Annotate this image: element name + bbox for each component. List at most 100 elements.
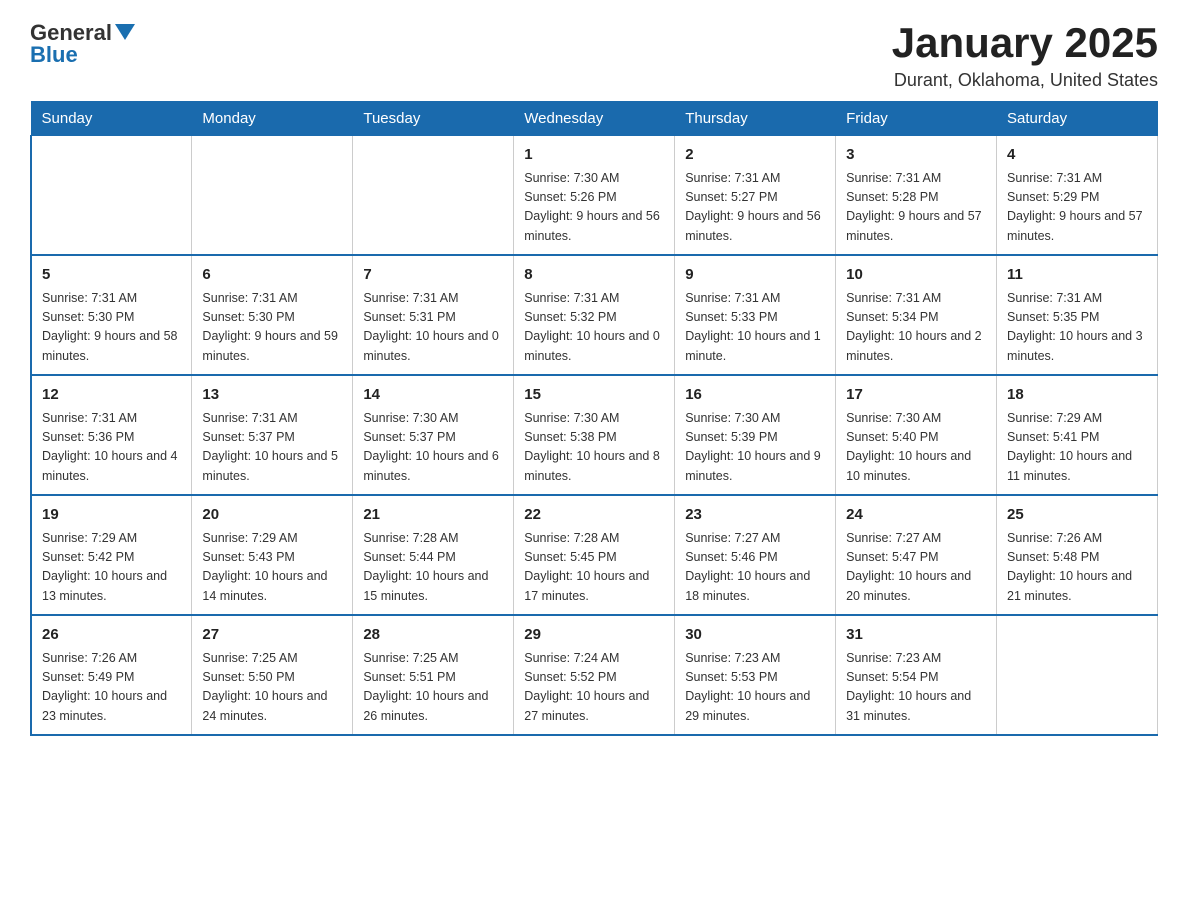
day-info: Sunrise: 7:31 AMSunset: 5:30 PMDaylight:…: [42, 289, 181, 367]
day-number: 27: [202, 624, 342, 647]
calendar-title: January 2025: [892, 20, 1158, 66]
day-info: Sunrise: 7:31 AMSunset: 5:29 PMDaylight:…: [1007, 169, 1147, 247]
day-number: 2: [685, 144, 825, 167]
weekday-header-sunday: Sunday: [31, 102, 192, 136]
day-info: Sunrise: 7:30 AMSunset: 5:26 PMDaylight:…: [524, 169, 664, 247]
calendar-cell: [997, 615, 1158, 735]
day-number: 30: [685, 624, 825, 647]
calendar-cell: [192, 136, 353, 256]
calendar-cell: 28Sunrise: 7:25 AMSunset: 5:51 PMDayligh…: [353, 615, 514, 735]
calendar-cell: 12Sunrise: 7:31 AMSunset: 5:36 PMDayligh…: [31, 375, 192, 495]
calendar-cell: 19Sunrise: 7:29 AMSunset: 5:42 PMDayligh…: [31, 495, 192, 615]
day-info: Sunrise: 7:31 AMSunset: 5:33 PMDaylight:…: [685, 289, 825, 367]
day-info: Sunrise: 7:26 AMSunset: 5:48 PMDaylight:…: [1007, 529, 1147, 607]
day-info: Sunrise: 7:25 AMSunset: 5:51 PMDaylight:…: [363, 649, 503, 727]
day-number: 8: [524, 264, 664, 287]
calendar-cell: 8Sunrise: 7:31 AMSunset: 5:32 PMDaylight…: [514, 255, 675, 375]
day-info: Sunrise: 7:30 AMSunset: 5:37 PMDaylight:…: [363, 409, 503, 487]
day-number: 22: [524, 504, 664, 527]
day-info: Sunrise: 7:29 AMSunset: 5:43 PMDaylight:…: [202, 529, 342, 607]
day-number: 9: [685, 264, 825, 287]
day-number: 29: [524, 624, 664, 647]
calendar-cell: 2Sunrise: 7:31 AMSunset: 5:27 PMDaylight…: [675, 136, 836, 256]
day-info: Sunrise: 7:25 AMSunset: 5:50 PMDaylight:…: [202, 649, 342, 727]
day-info: Sunrise: 7:27 AMSunset: 5:46 PMDaylight:…: [685, 529, 825, 607]
calendar-cell: 4Sunrise: 7:31 AMSunset: 5:29 PMDaylight…: [997, 136, 1158, 256]
calendar-cell: 22Sunrise: 7:28 AMSunset: 5:45 PMDayligh…: [514, 495, 675, 615]
day-number: 20: [202, 504, 342, 527]
day-info: Sunrise: 7:23 AMSunset: 5:53 PMDaylight:…: [685, 649, 825, 727]
day-number: 26: [42, 624, 181, 647]
calendar-cell: 24Sunrise: 7:27 AMSunset: 5:47 PMDayligh…: [836, 495, 997, 615]
weekday-header-friday: Friday: [836, 102, 997, 136]
day-number: 24: [846, 504, 986, 527]
calendar-cell: 20Sunrise: 7:29 AMSunset: 5:43 PMDayligh…: [192, 495, 353, 615]
day-number: 16: [685, 384, 825, 407]
day-info: Sunrise: 7:31 AMSunset: 5:30 PMDaylight:…: [202, 289, 342, 367]
week-row-2: 5Sunrise: 7:31 AMSunset: 5:30 PMDaylight…: [31, 255, 1158, 375]
day-number: 4: [1007, 144, 1147, 167]
day-number: 13: [202, 384, 342, 407]
day-info: Sunrise: 7:30 AMSunset: 5:40 PMDaylight:…: [846, 409, 986, 487]
day-number: 14: [363, 384, 503, 407]
day-info: Sunrise: 7:31 AMSunset: 5:37 PMDaylight:…: [202, 409, 342, 487]
day-info: Sunrise: 7:23 AMSunset: 5:54 PMDaylight:…: [846, 649, 986, 727]
day-info: Sunrise: 7:24 AMSunset: 5:52 PMDaylight:…: [524, 649, 664, 727]
calendar-cell: [353, 136, 514, 256]
day-info: Sunrise: 7:29 AMSunset: 5:42 PMDaylight:…: [42, 529, 181, 607]
day-number: 1: [524, 144, 664, 167]
week-row-1: 1Sunrise: 7:30 AMSunset: 5:26 PMDaylight…: [31, 136, 1158, 256]
day-number: 12: [42, 384, 181, 407]
calendar-cell: 21Sunrise: 7:28 AMSunset: 5:44 PMDayligh…: [353, 495, 514, 615]
title-block: January 2025 Durant, Oklahoma, United St…: [892, 20, 1158, 91]
day-number: 10: [846, 264, 986, 287]
day-number: 31: [846, 624, 986, 647]
day-number: 17: [846, 384, 986, 407]
calendar-cell: 3Sunrise: 7:31 AMSunset: 5:28 PMDaylight…: [836, 136, 997, 256]
calendar-cell: 15Sunrise: 7:30 AMSunset: 5:38 PMDayligh…: [514, 375, 675, 495]
calendar-cell: 14Sunrise: 7:30 AMSunset: 5:37 PMDayligh…: [353, 375, 514, 495]
day-number: 5: [42, 264, 181, 287]
day-info: Sunrise: 7:31 AMSunset: 5:28 PMDaylight:…: [846, 169, 986, 247]
day-info: Sunrise: 7:30 AMSunset: 5:38 PMDaylight:…: [524, 409, 664, 487]
day-info: Sunrise: 7:31 AMSunset: 5:36 PMDaylight:…: [42, 409, 181, 487]
weekday-header-tuesday: Tuesday: [353, 102, 514, 136]
day-number: 19: [42, 504, 181, 527]
day-number: 23: [685, 504, 825, 527]
logo: General Blue: [30, 20, 135, 68]
calendar-cell: 5Sunrise: 7:31 AMSunset: 5:30 PMDaylight…: [31, 255, 192, 375]
week-row-5: 26Sunrise: 7:26 AMSunset: 5:49 PMDayligh…: [31, 615, 1158, 735]
page-header: General Blue January 2025 Durant, Oklaho…: [30, 20, 1158, 91]
day-number: 25: [1007, 504, 1147, 527]
calendar-cell: 1Sunrise: 7:30 AMSunset: 5:26 PMDaylight…: [514, 136, 675, 256]
calendar-cell: 29Sunrise: 7:24 AMSunset: 5:52 PMDayligh…: [514, 615, 675, 735]
calendar-cell: 7Sunrise: 7:31 AMSunset: 5:31 PMDaylight…: [353, 255, 514, 375]
week-row-3: 12Sunrise: 7:31 AMSunset: 5:36 PMDayligh…: [31, 375, 1158, 495]
calendar-cell: 11Sunrise: 7:31 AMSunset: 5:35 PMDayligh…: [997, 255, 1158, 375]
day-info: Sunrise: 7:31 AMSunset: 5:32 PMDaylight:…: [524, 289, 664, 367]
logo-blue: Blue: [30, 42, 78, 68]
calendar-cell: 26Sunrise: 7:26 AMSunset: 5:49 PMDayligh…: [31, 615, 192, 735]
day-info: Sunrise: 7:28 AMSunset: 5:44 PMDaylight:…: [363, 529, 503, 607]
day-number: 11: [1007, 264, 1147, 287]
day-info: Sunrise: 7:31 AMSunset: 5:34 PMDaylight:…: [846, 289, 986, 367]
logo-arrow-icon: [115, 24, 135, 40]
calendar-cell: 27Sunrise: 7:25 AMSunset: 5:50 PMDayligh…: [192, 615, 353, 735]
calendar-cell: 13Sunrise: 7:31 AMSunset: 5:37 PMDayligh…: [192, 375, 353, 495]
weekday-header-wednesday: Wednesday: [514, 102, 675, 136]
calendar-cell: 10Sunrise: 7:31 AMSunset: 5:34 PMDayligh…: [836, 255, 997, 375]
calendar-cell: 31Sunrise: 7:23 AMSunset: 5:54 PMDayligh…: [836, 615, 997, 735]
calendar-cell: 23Sunrise: 7:27 AMSunset: 5:46 PMDayligh…: [675, 495, 836, 615]
calendar-table: SundayMondayTuesdayWednesdayThursdayFrid…: [30, 101, 1158, 736]
calendar-cell: 17Sunrise: 7:30 AMSunset: 5:40 PMDayligh…: [836, 375, 997, 495]
calendar-cell: 18Sunrise: 7:29 AMSunset: 5:41 PMDayligh…: [997, 375, 1158, 495]
weekday-header-saturday: Saturday: [997, 102, 1158, 136]
calendar-cell: 25Sunrise: 7:26 AMSunset: 5:48 PMDayligh…: [997, 495, 1158, 615]
calendar-cell: [31, 136, 192, 256]
weekday-header-thursday: Thursday: [675, 102, 836, 136]
weekday-header-row: SundayMondayTuesdayWednesdayThursdayFrid…: [31, 102, 1158, 136]
calendar-subtitle: Durant, Oklahoma, United States: [892, 70, 1158, 91]
day-info: Sunrise: 7:26 AMSunset: 5:49 PMDaylight:…: [42, 649, 181, 727]
calendar-cell: 6Sunrise: 7:31 AMSunset: 5:30 PMDaylight…: [192, 255, 353, 375]
week-row-4: 19Sunrise: 7:29 AMSunset: 5:42 PMDayligh…: [31, 495, 1158, 615]
